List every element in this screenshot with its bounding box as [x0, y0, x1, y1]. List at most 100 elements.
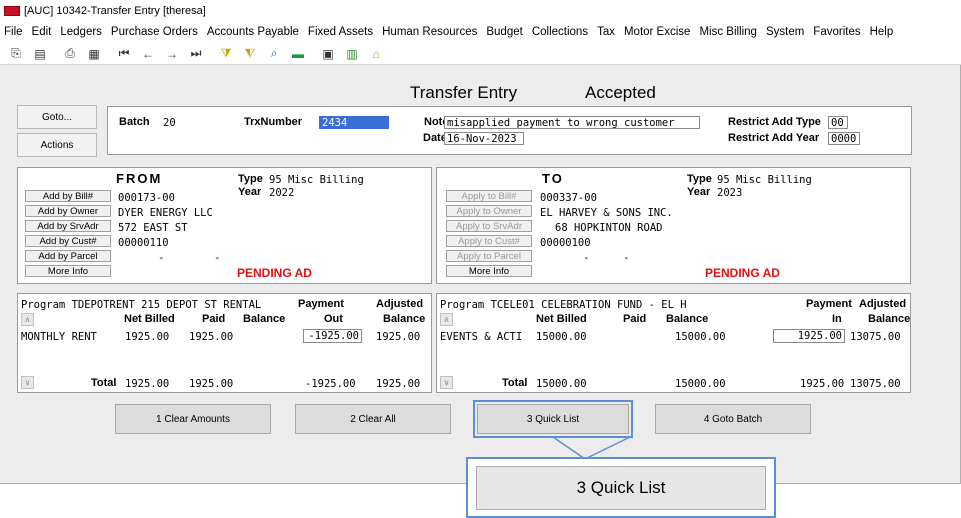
- menu-accounts-payable[interactable]: Accounts Payable: [207, 26, 299, 38]
- menu-bar: File Edit Ledgers Purchase Orders Accoun…: [0, 21, 961, 43]
- to-paid-header: Paid: [623, 313, 647, 325]
- add-by-cust-button[interactable]: Add by Cust#: [25, 235, 111, 247]
- trx-number-field[interactable]: 2434: [319, 116, 389, 129]
- menu-misc-billing[interactable]: Misc Billing: [699, 26, 757, 38]
- from-customer-number: 00000110: [118, 237, 169, 249]
- apply-to-bill-button[interactable]: Apply to Bill#: [446, 190, 532, 202]
- app-logo-icon: [4, 5, 20, 16]
- quick-list-callout: 3 Quick List: [466, 457, 776, 518]
- to-pending-status: PENDING AD: [705, 266, 780, 280]
- from-adjusted-balance-header: Balance: [383, 313, 426, 325]
- from-balance-header: Balance: [243, 313, 286, 325]
- to-payment-field[interactable]: 1925.00: [773, 329, 845, 343]
- to-year-label: Year: [687, 186, 711, 198]
- menu-fixed-assets[interactable]: Fixed Assets: [308, 26, 373, 38]
- from-total-adjusted: 1925.00: [376, 378, 421, 390]
- add-by-srvadr-button[interactable]: Add by SrvAdr: [25, 220, 111, 232]
- organization-icon[interactable]: ⌂: [368, 46, 384, 62]
- to-in-header: In: [832, 313, 842, 325]
- menu-purchase-orders[interactable]: Purchase Orders: [111, 26, 198, 38]
- header-panel: Batch 20 TrxNumber 2434 Note misapplied …: [107, 106, 912, 155]
- filter-icon[interactable]: ⧩: [218, 46, 234, 62]
- menu-budget[interactable]: Budget: [486, 26, 522, 38]
- goto-button[interactable]: Goto...: [17, 105, 97, 129]
- batch-label: Batch: [119, 116, 150, 128]
- clear-filter-icon[interactable]: ⧨: [242, 46, 258, 62]
- from-row-label: MONTHLY RENT: [21, 331, 97, 343]
- menu-system[interactable]: System: [766, 26, 804, 38]
- goto-batch-button[interactable]: 4 Goto Batch: [655, 404, 811, 434]
- app-window: [AUC] 10342-Transfer Entry [theresa] Fil…: [0, 0, 961, 484]
- from-total-net-billed: 1925.00: [125, 378, 170, 390]
- toolbar: ⎘ ▤ ⎙ ▦ ⏮ ← → ⏭ ⧩ ⧨ ⌕ ▬ ▣ ▥ ⌂: [0, 43, 961, 65]
- from-scroll-down-icon[interactable]: ∨: [21, 376, 34, 389]
- to-panel: TO Type 95 Misc Billing Year 2023 Apply …: [436, 167, 911, 284]
- to-net-billed-header: Net Billed: [536, 313, 587, 325]
- first-record-icon[interactable]: ⏮: [116, 46, 132, 62]
- from-bill-number: 000173-00: [118, 192, 175, 204]
- search-icon[interactable]: ⌕: [266, 46, 282, 62]
- actions-button[interactable]: Actions: [17, 133, 97, 157]
- menu-human-resources[interactable]: Human Resources: [382, 26, 477, 38]
- date-field[interactable]: 16-Nov-2023: [444, 132, 524, 145]
- note-field[interactable]: misapplied payment to wrong customer: [444, 116, 700, 129]
- add-by-parcel-button[interactable]: Add by Parcel: [25, 250, 111, 262]
- to-row-adjusted: 13075.00: [850, 331, 901, 343]
- paste-icon[interactable]: ▤: [32, 46, 48, 62]
- to-scroll-down-icon[interactable]: ∨: [440, 376, 453, 389]
- clear-all-button[interactable]: 2 Clear All: [295, 404, 451, 434]
- menu-favorites[interactable]: Favorites: [813, 26, 860, 38]
- from-pending-status: PENDING AD: [237, 266, 312, 280]
- from-payment-header: Payment: [298, 298, 344, 310]
- apply-to-cust-button[interactable]: Apply to Cust#: [446, 235, 532, 247]
- apply-to-srvadr-button[interactable]: Apply to SrvAdr: [446, 220, 532, 232]
- to-scroll-up-icon[interactable]: ∧: [440, 313, 453, 326]
- from-out-header: Out: [324, 313, 343, 325]
- from-paid-header: Paid: [202, 313, 226, 325]
- title-bar: [AUC] 10342-Transfer Entry [theresa]: [0, 0, 961, 21]
- clear-amounts-button[interactable]: 1 Clear Amounts: [115, 404, 271, 434]
- from-payment-field[interactable]: -1925.00: [303, 329, 362, 343]
- add-by-bill-button[interactable]: Add by Bill#: [25, 190, 111, 202]
- to-parcel-part1: -: [583, 252, 590, 264]
- last-record-icon[interactable]: ⏭: [188, 46, 204, 62]
- apply-to-parcel-button[interactable]: Apply to Parcel: [446, 250, 532, 262]
- menu-motor-excise[interactable]: Motor Excise: [624, 26, 690, 38]
- menu-collections[interactable]: Collections: [532, 26, 588, 38]
- to-program: Program TCELE01 CELEBRATION FUND - EL H: [440, 299, 687, 311]
- from-row-net-billed: 1925.00: [125, 331, 170, 343]
- to-title: TO: [542, 171, 564, 186]
- to-parcel-part2: -: [623, 252, 630, 264]
- menu-help[interactable]: Help: [870, 26, 894, 38]
- menu-tax[interactable]: Tax: [597, 26, 615, 38]
- print-icon[interactable]: ⎙: [62, 46, 78, 62]
- quick-list-button[interactable]: 3 Quick List: [473, 400, 633, 438]
- menu-file[interactable]: File: [4, 26, 23, 38]
- properties-icon[interactable]: ▣: [320, 46, 336, 62]
- apply-to-owner-button[interactable]: Apply to Owner: [446, 205, 532, 217]
- print-preview-icon[interactable]: ▦: [86, 46, 102, 62]
- copy-icon[interactable]: ⎘: [8, 46, 24, 62]
- menu-ledgers[interactable]: Ledgers: [60, 26, 102, 38]
- to-customer-number: 00000100: [540, 237, 591, 249]
- from-type-value: 95 Misc Billing: [269, 174, 364, 186]
- restrict-add-type-field[interactable]: 00: [828, 116, 848, 129]
- to-row-net-billed: 15000.00: [536, 331, 587, 343]
- to-more-info-button[interactable]: More Info: [446, 265, 532, 277]
- from-scroll-up-icon[interactable]: ∧: [21, 313, 34, 326]
- from-more-info-button[interactable]: More Info: [25, 265, 111, 277]
- add-by-owner-button[interactable]: Add by Owner: [25, 205, 111, 217]
- to-type-label: Type: [687, 173, 712, 185]
- chart-icon[interactable]: ▥: [344, 46, 360, 62]
- menu-edit[interactable]: Edit: [32, 26, 52, 38]
- restrict-add-year-field[interactable]: 0000: [828, 132, 860, 145]
- form-title: Transfer Entry: [410, 83, 518, 102]
- from-parcel-part1: -: [158, 252, 165, 264]
- export-icon[interactable]: ▬: [290, 46, 306, 62]
- batch-value: 20: [163, 117, 176, 129]
- next-record-icon[interactable]: →: [164, 46, 180, 62]
- to-payment-header: Payment: [806, 298, 852, 310]
- previous-record-icon[interactable]: ←: [140, 46, 156, 62]
- from-type-label: Type: [238, 173, 263, 185]
- from-panel: FROM Type 95 Misc Billing Year 2022 Add …: [17, 167, 432, 284]
